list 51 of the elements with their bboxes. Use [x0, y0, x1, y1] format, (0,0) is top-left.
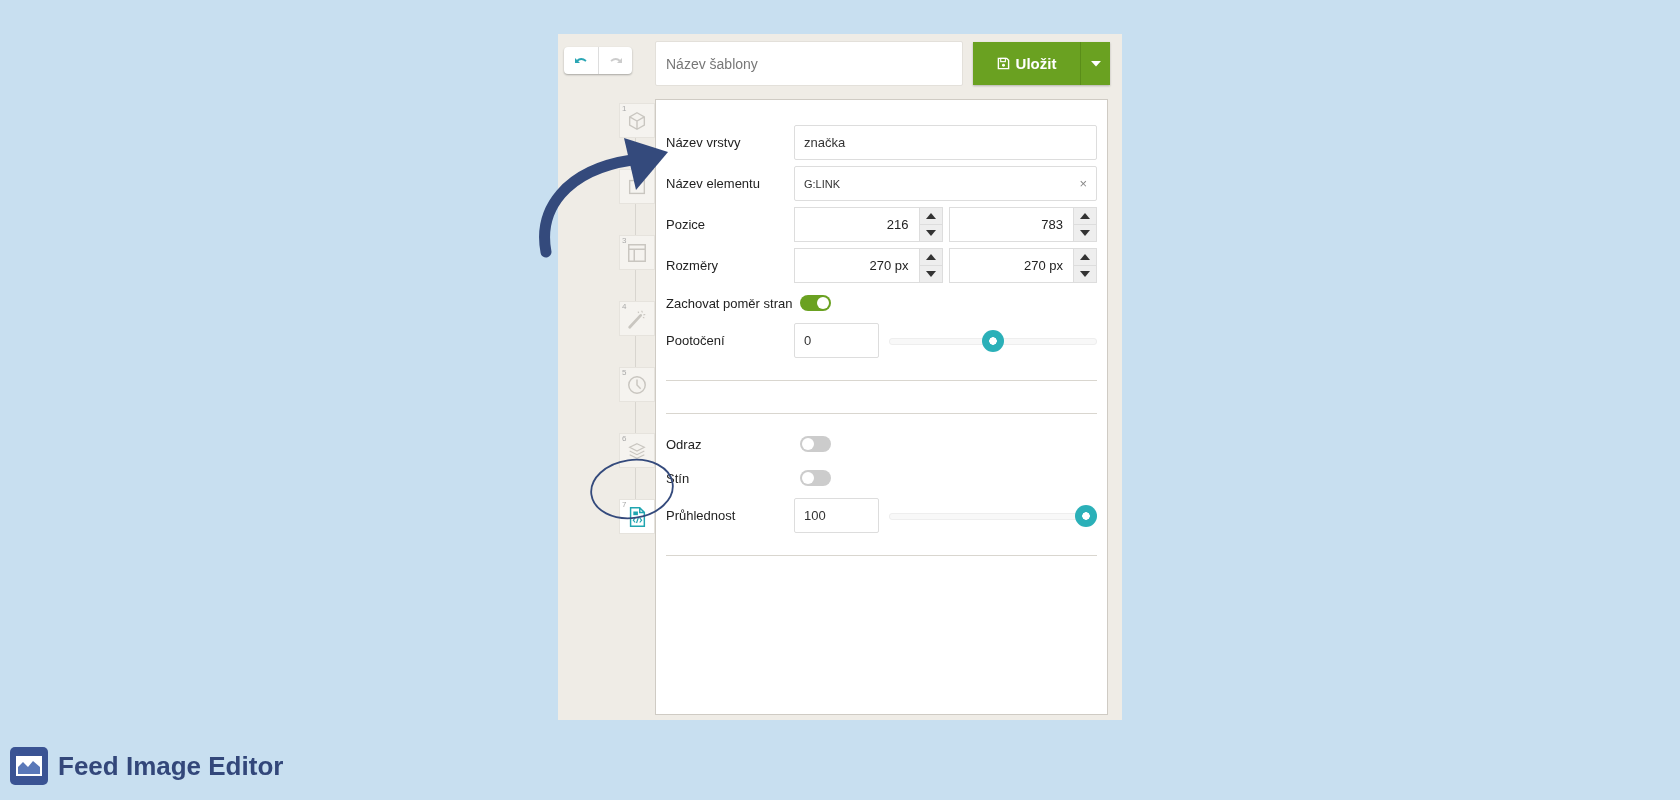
undo-icon — [574, 55, 588, 66]
field-label: Pozice — [666, 217, 707, 232]
toggle-switch[interactable] — [800, 295, 831, 311]
toggle-switch[interactable] — [800, 436, 831, 452]
toggle-switch[interactable] — [800, 470, 831, 486]
down-arrow-icon — [1080, 271, 1090, 277]
redo-icon — [608, 55, 623, 66]
down-arrow-icon — [925, 230, 936, 236]
decrement-button[interactable] — [919, 265, 942, 282]
app-name: Feed Image Editor — [58, 750, 284, 782]
increment-button[interactable] — [919, 249, 942, 265]
number-field[interactable]: 270 px — [948, 248, 1097, 283]
field-label: Název elementu — [666, 176, 761, 191]
save-options-button[interactable] — [1080, 42, 1110, 85]
slider-handle[interactable] — [1075, 504, 1097, 527]
decrement-button[interactable] — [919, 224, 942, 241]
up-arrow-icon — [1080, 213, 1090, 219]
up-arrow-icon — [925, 213, 936, 219]
cube-icon — [626, 109, 648, 132]
slider[interactable] — [889, 329, 1097, 352]
logo-icon — [10, 747, 48, 785]
element-name-select[interactable]: G:LINK × — [794, 166, 1097, 201]
toggle-label: Zachovat poměr stran — [666, 295, 794, 311]
down-arrow-icon — [925, 271, 936, 277]
number-field[interactable]: 270 px — [794, 248, 943, 283]
layout-icon — [626, 241, 648, 264]
slider-handle[interactable] — [982, 329, 1004, 352]
decrement-button[interactable] — [1074, 265, 1096, 282]
field-label: Název vrstvy — [666, 135, 742, 150]
increment-button[interactable] — [1074, 208, 1096, 224]
template-name-field[interactable]: Název šablony — [655, 41, 963, 86]
down-arrow-icon — [1080, 230, 1090, 236]
clear-button[interactable]: × — [1079, 176, 1087, 191]
layer-name-field[interactable]: značka — [794, 125, 1097, 160]
slider[interactable] — [889, 504, 1097, 527]
up-arrow-icon — [1080, 254, 1090, 260]
increment-button[interactable] — [919, 208, 942, 224]
number-field[interactable]: 0 — [794, 323, 879, 358]
toggle-label: Odraz — [666, 436, 703, 452]
number-field[interactable]: 216 — [794, 207, 943, 242]
up-arrow-icon — [925, 254, 936, 260]
save-icon — [996, 57, 1010, 70]
caret-icon — [1090, 60, 1101, 67]
increment-button[interactable] — [1074, 249, 1096, 265]
field-label: Pootočení — [666, 333, 726, 348]
clock-icon — [626, 373, 648, 396]
number-field[interactable]: 100 — [794, 498, 879, 533]
decrement-button[interactable] — [1074, 224, 1096, 241]
field-label: Rozměry — [666, 258, 719, 273]
field-label: Průhlednost — [666, 508, 737, 523]
number-field[interactable]: 783 — [948, 207, 1097, 242]
